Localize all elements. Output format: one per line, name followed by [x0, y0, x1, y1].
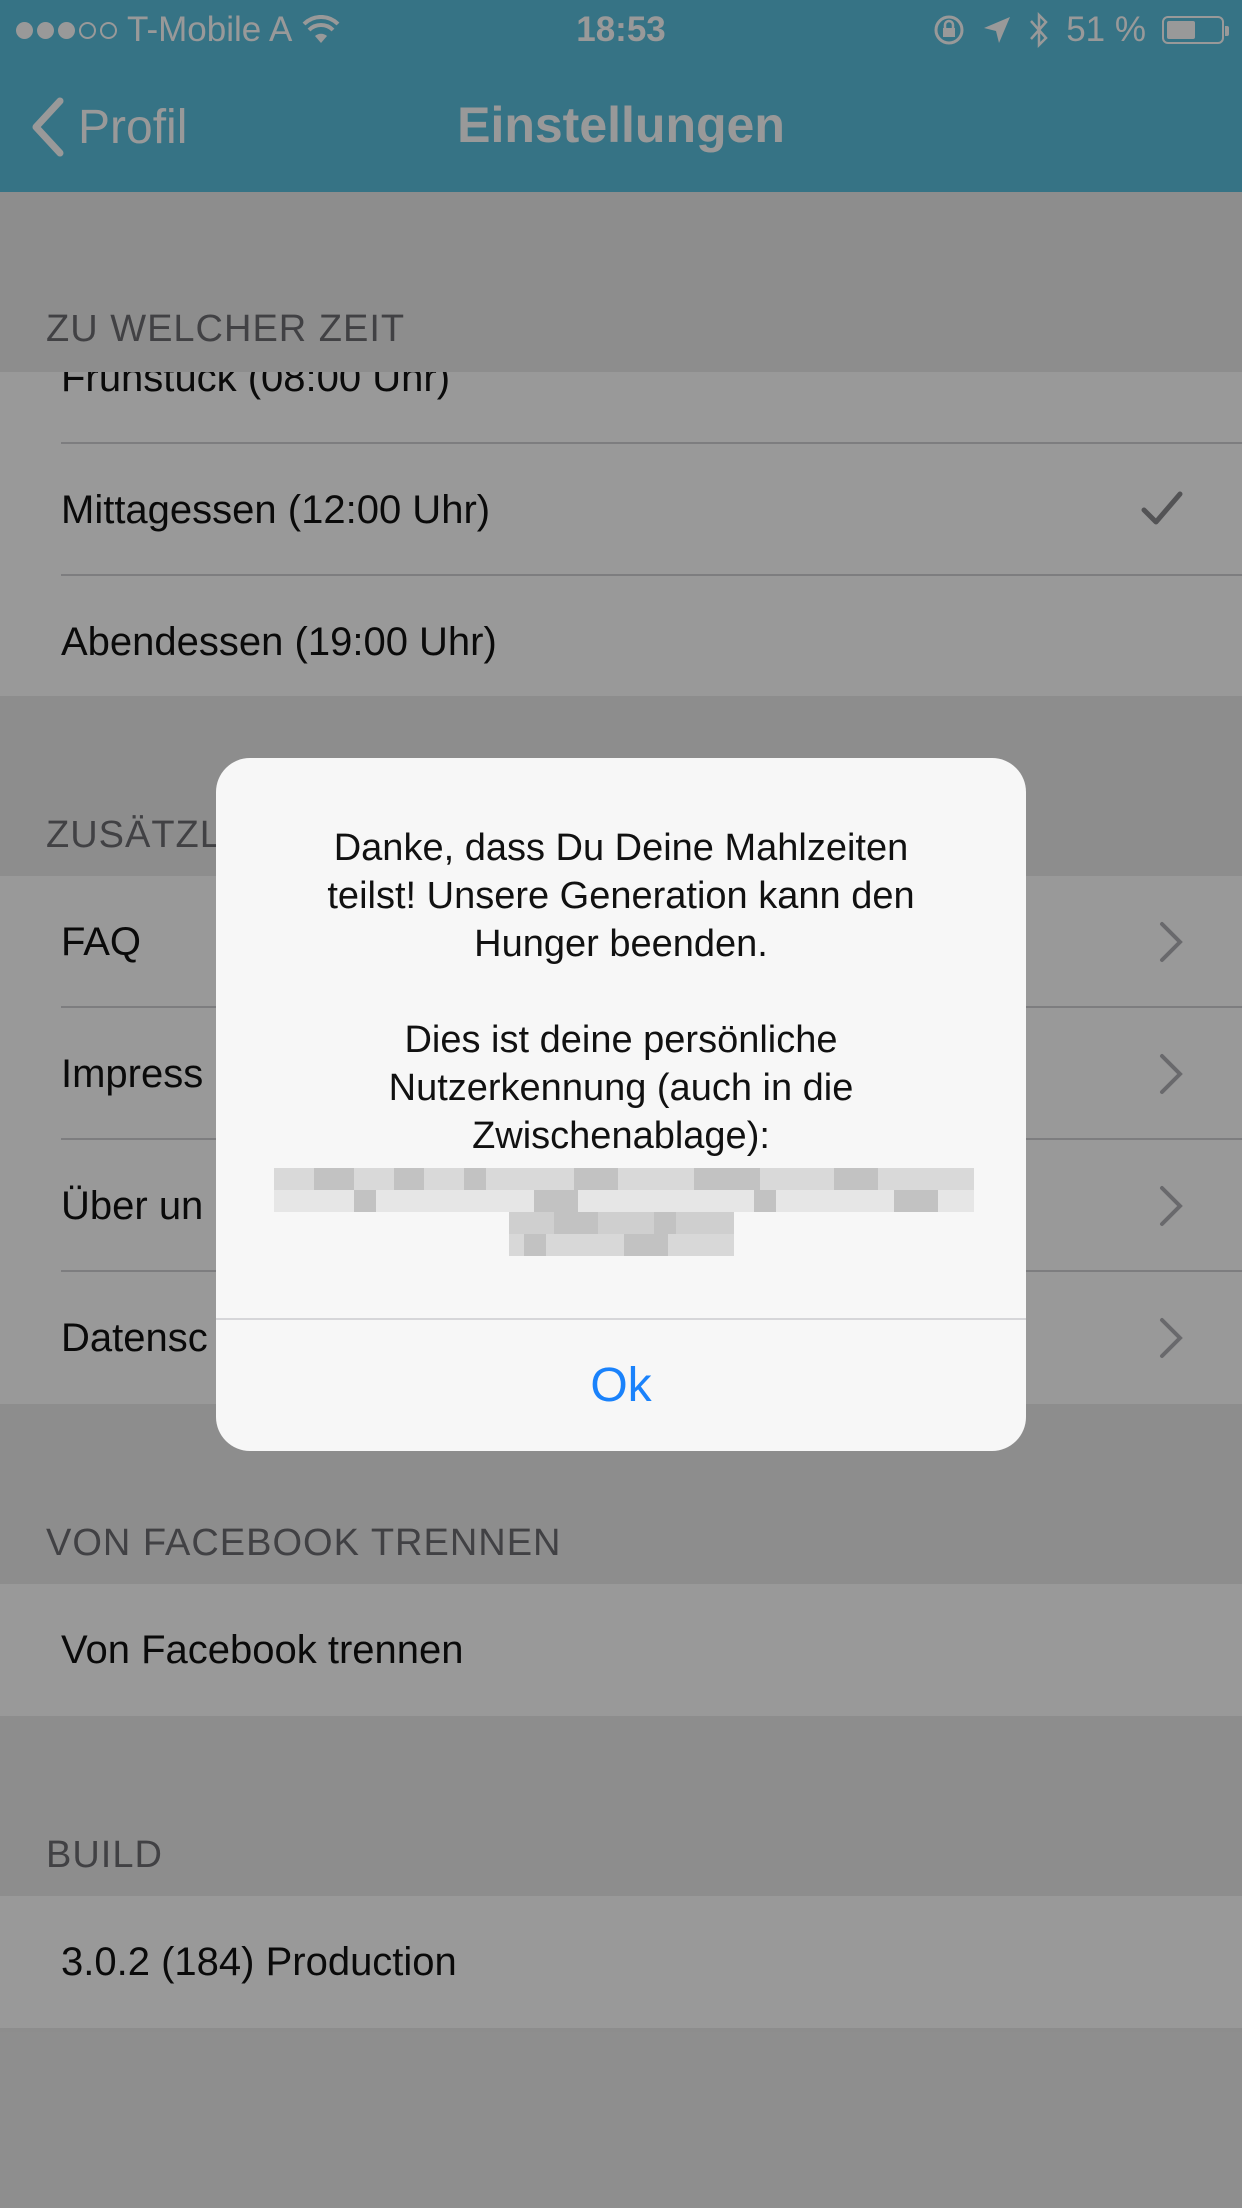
- alert-dialog: Danke, dass Du Deine Mahlzeiten teilst! …: [216, 758, 1026, 1451]
- redacted-user-id: [274, 1168, 974, 1256]
- alert-message-user-id: Dies ist deine persönliche Nutzerkennung…: [388, 1019, 854, 1157]
- alert-message-thanks: Danke, dass Du Deine Mahlzeiten teilst! …: [327, 827, 915, 965]
- ok-button[interactable]: Ok: [216, 1320, 1026, 1451]
